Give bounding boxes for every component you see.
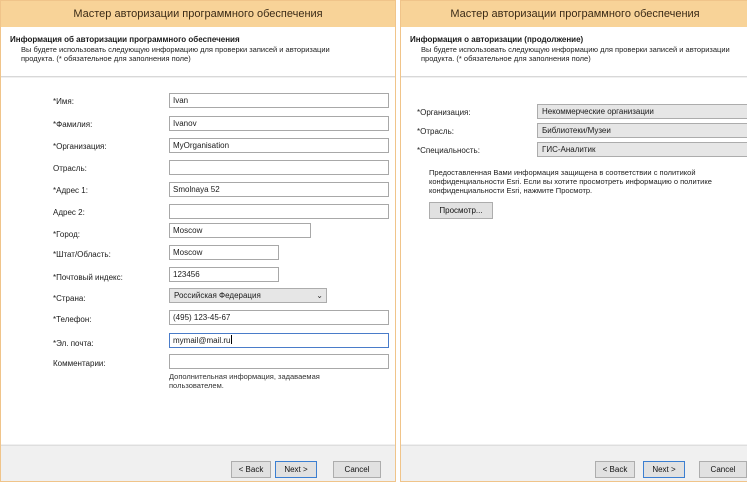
header-description: Вы будете использовать следующую информа… bbox=[421, 45, 730, 63]
org-type-label: *Организация: bbox=[417, 108, 471, 117]
back-button[interactable]: < Back bbox=[231, 461, 271, 478]
wizard-header: Информация об авторизации программного о… bbox=[1, 27, 395, 77]
cancel-button[interactable]: Cancel bbox=[333, 461, 381, 478]
city-label: *Город: bbox=[53, 230, 80, 239]
surname-field[interactable]: Ivanov bbox=[169, 116, 389, 131]
next-button[interactable]: Next > bbox=[643, 461, 685, 478]
header-title: Информация об авторизации программного о… bbox=[10, 35, 240, 44]
view-privacy-button[interactable]: Просмотр... bbox=[429, 202, 493, 219]
chevron-down-icon: ⌄ bbox=[316, 291, 323, 300]
email-label: *Эл. почта: bbox=[53, 339, 94, 348]
comments-field[interactable] bbox=[169, 354, 389, 369]
address2-field[interactable] bbox=[169, 204, 389, 219]
zip-field[interactable]: 123456 bbox=[169, 267, 279, 282]
org-field[interactable]: MyOrganisation bbox=[169, 138, 389, 153]
industry-label: Отрасль: bbox=[53, 164, 87, 173]
industry-label: *Отрасль: bbox=[417, 127, 454, 136]
window-title: Мастер авторизации программного обеспече… bbox=[1, 1, 395, 27]
wizard-footer: < Back Next > Cancel bbox=[401, 445, 747, 481]
address1-field[interactable]: Smolnaya 52 bbox=[169, 182, 389, 197]
phone-field[interactable]: (495) 123-45-67 bbox=[169, 310, 389, 325]
org-type-value: Некоммерческие организации bbox=[542, 107, 654, 116]
name-field[interactable]: Ivan bbox=[169, 93, 389, 108]
org-label: *Организация: bbox=[53, 142, 107, 151]
header-description: Вы будете использовать следующую информа… bbox=[21, 45, 330, 63]
text-caret bbox=[231, 335, 233, 344]
specialty-select[interactable]: ГИС-Аналитик ⌄ bbox=[537, 142, 747, 157]
wizard-header: Информация о авторизации (продолжение) В… bbox=[401, 27, 747, 77]
wizard-footer: < Back Next > Cancel bbox=[1, 445, 395, 481]
comments-label: Комментарии: bbox=[53, 359, 106, 368]
form-body: *Организация: Некоммерческие организации… bbox=[401, 78, 747, 444]
header-title: Информация о авторизации (продолжение) bbox=[410, 35, 584, 44]
wizard-window-personal-info: Мастер авторизации программного обеспече… bbox=[0, 0, 396, 482]
privacy-notice: Предоставленная Вами информация защищена… bbox=[429, 168, 712, 195]
next-button[interactable]: Next > bbox=[275, 461, 317, 478]
city-field[interactable]: Moscow bbox=[169, 223, 311, 238]
specialty-label: *Специальность: bbox=[417, 146, 480, 155]
country-select-value: Российская Федерация bbox=[174, 291, 261, 300]
address2-label: Адрес 2: bbox=[53, 208, 85, 217]
email-field-value: mymail@mail.ru bbox=[173, 336, 231, 345]
country-select[interactable]: Российская Федерация ⌄ bbox=[169, 288, 327, 303]
comments-hint: Дополнительная информация, задаваемая по… bbox=[169, 372, 320, 390]
back-button[interactable]: < Back bbox=[595, 461, 635, 478]
window-title: Мастер авторизации программного обеспече… bbox=[401, 1, 747, 27]
address1-label: *Адрес 1: bbox=[53, 186, 88, 195]
name-label: *Имя: bbox=[53, 97, 74, 106]
phone-label: *Телефон: bbox=[53, 315, 92, 324]
zip-label: *Почтовый индекс: bbox=[53, 273, 123, 282]
country-label: *Страна: bbox=[53, 294, 86, 303]
wizard-window-continued: Мастер авторизации программного обеспече… bbox=[400, 0, 747, 482]
industry-field[interactable] bbox=[169, 160, 389, 175]
state-label: *Штат/Область: bbox=[53, 250, 111, 259]
state-field[interactable]: Moscow bbox=[169, 245, 279, 260]
surname-label: *Фамилия: bbox=[53, 120, 93, 129]
email-field[interactable]: mymail@mail.ru bbox=[169, 333, 389, 348]
industry-select[interactable]: Библиотеки/Музеи ⌄ bbox=[537, 123, 747, 138]
form-body: *Имя: Ivan *Фамилия: Ivanov *Организация… bbox=[1, 78, 395, 444]
org-type-select[interactable]: Некоммерческие организации ⌄ bbox=[537, 104, 747, 119]
industry-value: Библиотеки/Музеи bbox=[542, 126, 611, 135]
specialty-value: ГИС-Аналитик bbox=[542, 145, 596, 154]
cancel-button[interactable]: Cancel bbox=[699, 461, 747, 478]
